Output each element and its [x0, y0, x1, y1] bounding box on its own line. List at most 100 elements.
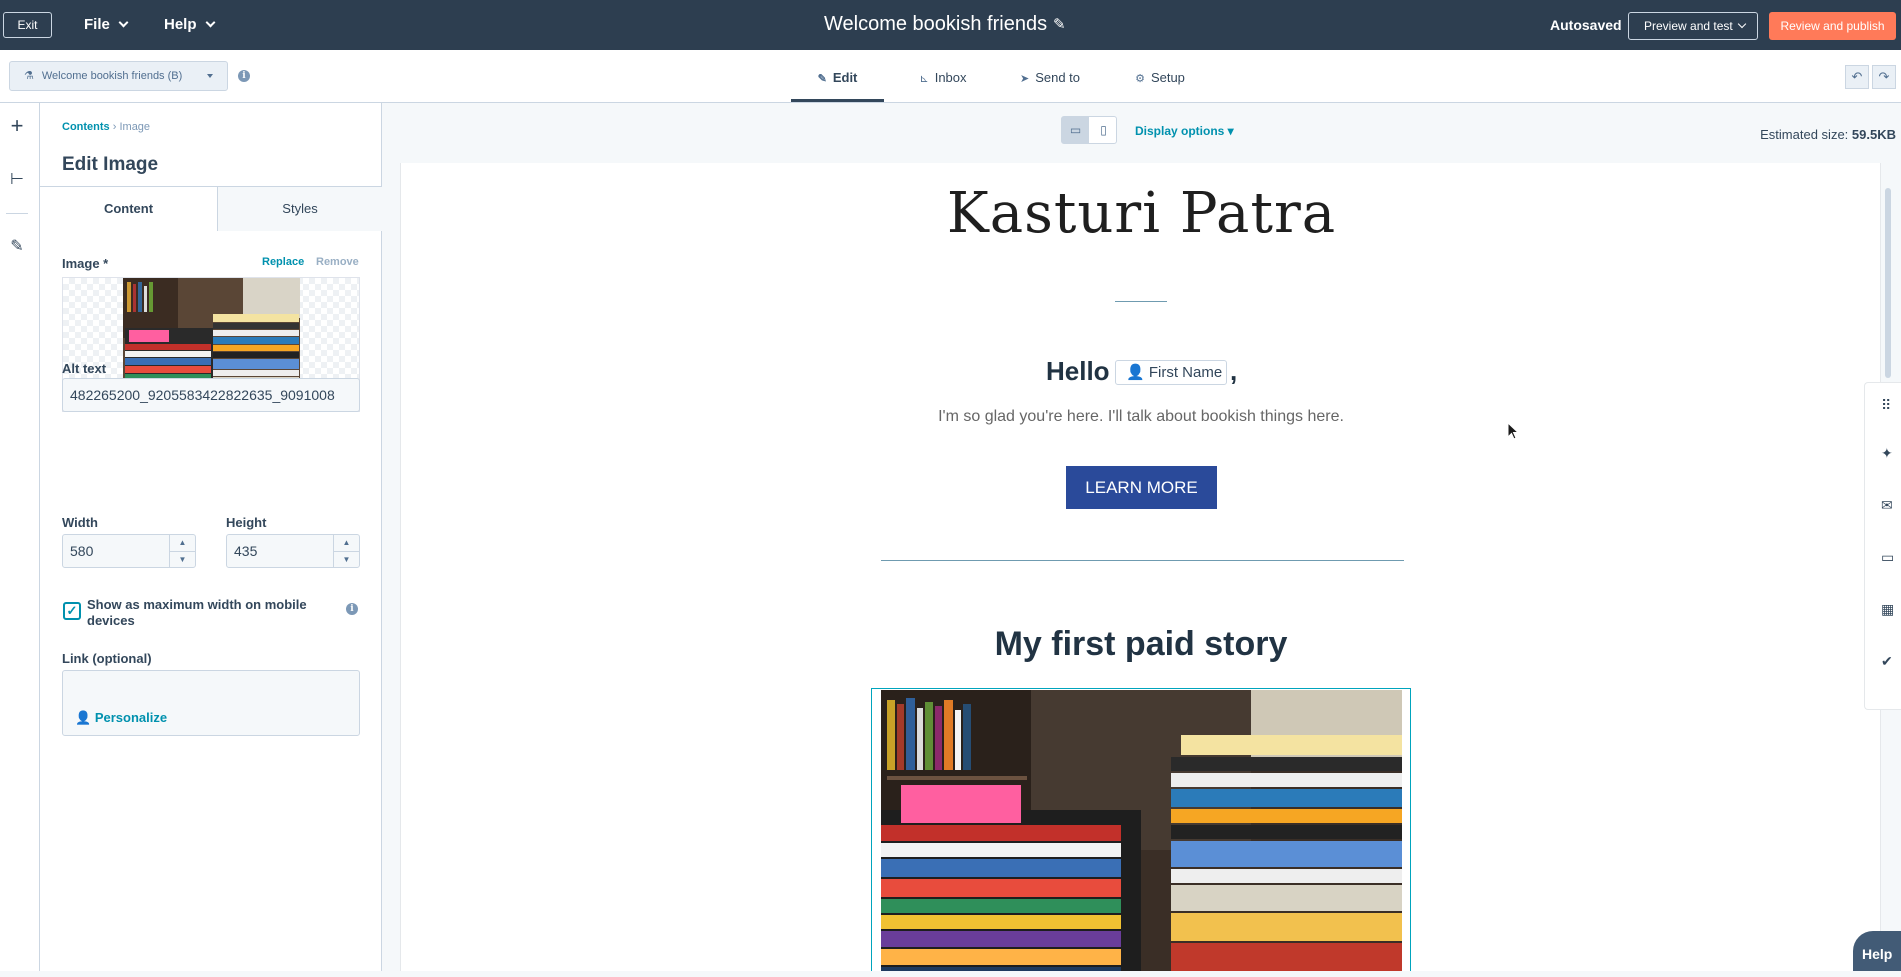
tab-inbox[interactable]: ⊾ Inbox — [903, 50, 983, 102]
rail-divider — [6, 213, 28, 214]
width-input[interactable]: 580 ▲ ▼ — [62, 534, 196, 568]
send-icon: ➤ — [1019, 73, 1030, 85]
chevron-up-icon[interactable]: ▲ — [170, 535, 195, 551]
mobile-max-width-label: Show as maximum width on mobile devices — [87, 597, 307, 628]
estimated-size: Estimated size: 59.5KB — [1760, 127, 1896, 142]
alt-text-input[interactable]: 482265200_9205583422822635_9091008 — [62, 378, 360, 412]
info-icon[interactable]: i — [346, 603, 358, 615]
pencil-icon: ✎ — [817, 73, 827, 85]
tab-setup[interactable]: ⚙ Setup — [1125, 50, 1195, 102]
personalization-token[interactable]: 👤 First Name — [1115, 360, 1227, 385]
pencil-icon[interactable]: ✎ — [1053, 15, 1066, 33]
sparkle-icon[interactable]: ✦ — [1881, 445, 1893, 462]
gear-icon: ⚙ — [1135, 73, 1145, 85]
alt-text-label: Alt text — [62, 361, 107, 376]
display-options-dropdown[interactable]: Display options ▾ — [1135, 124, 1234, 138]
undo-button[interactable]: ↶ — [1845, 65, 1869, 89]
document-title[interactable]: Welcome bookish friends — [824, 13, 1047, 36]
editor-toolbar: ⚗ Welcome bookish friends (B) i ✎ Edit ⊾ In… — [0, 50, 1901, 103]
tab-send-to[interactable]: ➤ Send to — [1010, 50, 1090, 102]
browser-icon[interactable]: ▭ — [1881, 549, 1894, 566]
info-icon[interactable]: i — [238, 70, 250, 82]
image-label: Image * — [62, 256, 109, 271]
file-menu-label: File — [84, 16, 110, 33]
width-stepper[interactable]: ▲ ▼ — [169, 535, 195, 567]
autosave-status: Autosaved — [1550, 17, 1622, 33]
exit-button[interactable]: Exit — [3, 12, 52, 38]
display-options-label: Display options — [1135, 124, 1225, 138]
breadcrumb: Contents › Image — [62, 121, 150, 133]
tree-icon[interactable]: ⊢ — [0, 169, 34, 189]
tab-inbox-label: Inbox — [934, 70, 967, 85]
canvas-toolbar: ▭ ▯ Display options ▾ Estimated size: 59… — [382, 103, 1901, 163]
chevron-up-icon[interactable]: ▲ — [334, 535, 359, 551]
help-menu-label: Help — [164, 16, 197, 33]
link-input[interactable]: 👤 Personalize — [62, 670, 360, 736]
tab-content[interactable]: Content — [40, 187, 217, 231]
device-toggle: ▭ ▯ — [1061, 116, 1117, 144]
version-label: Welcome bookish friends (B) — [41, 70, 183, 82]
breadcrumb-contents-link[interactable]: Contents — [62, 121, 110, 133]
height-stepper[interactable]: ▲ ▼ — [333, 535, 359, 567]
tab-edit[interactable]: ✎ Edit — [791, 50, 884, 102]
story-title[interactable]: My first paid story — [401, 625, 1880, 664]
left-rail: + ⊢ ✎ — [0, 103, 40, 971]
preview-label: Preview and test — [1644, 19, 1733, 33]
review-and-publish-button[interactable]: Review and publish — [1769, 12, 1896, 40]
inbox-icon: ⊾ — [919, 73, 929, 85]
mobile-max-width-checkbox[interactable]: ✓ — [63, 602, 81, 620]
redo-button[interactable]: ↷ — [1872, 65, 1896, 89]
token-label: First Name — [1148, 364, 1223, 381]
help-menu[interactable]: Help — [164, 16, 215, 33]
person-icon: 👤 — [1126, 364, 1149, 381]
desktop-icon[interactable]: ▭ — [1062, 117, 1089, 143]
intro-text[interactable]: I'm so glad you're here. I'll talk about… — [401, 408, 1880, 426]
tab-send-to-label: Send to — [1035, 70, 1081, 85]
estimated-size-label: Estimated size: — [1760, 127, 1849, 142]
file-menu[interactable]: File — [84, 16, 129, 33]
tab-styles[interactable]: Styles — [217, 187, 382, 231]
help-button[interactable]: Help — [1853, 931, 1901, 971]
email-canvas: Kasturi Patra Hello 👤 First Name , I'm s… — [400, 163, 1881, 971]
calendar-icon[interactable]: ▦ — [1881, 601, 1894, 618]
caret-down-icon: ▾ — [1224, 124, 1234, 138]
width-value: 580 — [70, 543, 94, 559]
panel-title: Edit Image — [62, 154, 159, 175]
divider — [1115, 301, 1167, 302]
tab-setup-label: Setup — [1150, 70, 1185, 85]
top-bar: Exit File Help Welcome bookish friends ✎… — [0, 0, 1901, 50]
chat-icon[interactable]: ✉ — [1881, 497, 1893, 514]
learn-more-button[interactable]: LEARN MORE — [1066, 466, 1217, 509]
chevron-down-icon — [118, 17, 129, 28]
mobile-icon[interactable]: ▯ — [1090, 117, 1117, 143]
brush-icon[interactable]: ✎ — [0, 236, 34, 256]
height-input[interactable]: 435 ▲ ▼ — [226, 534, 360, 568]
drag-handle-icon[interactable]: ⠿ — [1881, 397, 1891, 414]
personalize-button[interactable]: 👤 Personalize — [75, 710, 167, 726]
caret-down-icon — [207, 74, 213, 78]
scrollbar-thumb[interactable] — [1885, 188, 1891, 378]
preview-and-test-button[interactable]: Preview and test — [1628, 12, 1758, 40]
selected-image-module[interactable] — [871, 688, 1411, 971]
mouse-cursor-icon — [1507, 422, 1520, 440]
width-label: Width — [62, 515, 98, 530]
version-select[interactable]: ⚗ Welcome bookish friends (B) — [9, 61, 228, 91]
right-tools-rail: ⠿ ✦ ✉ ▭ ▦ ✔ — [1864, 382, 1901, 710]
estimated-size-value: 59.5KB — [1851, 127, 1896, 142]
add-icon[interactable]: + — [0, 113, 34, 139]
remove-link[interactable]: Remove — [316, 256, 359, 268]
chevron-down-icon[interactable]: ▼ — [334, 551, 359, 567]
chevron-down-icon[interactable]: ▼ — [170, 551, 195, 567]
book-stack-image[interactable] — [881, 690, 1402, 971]
brand-heading[interactable]: Kasturi Patra — [401, 181, 1880, 246]
greeting-comma: , — [1230, 356, 1238, 386]
link-label: Link (optional) — [62, 651, 152, 666]
breadcrumb-current: Image — [119, 121, 151, 133]
replace-link[interactable]: Replace — [262, 256, 304, 268]
greeting-text[interactable]: Hello — [1046, 356, 1110, 387]
check-circle-icon[interactable]: ✔ — [1881, 653, 1893, 670]
chevron-down-icon — [205, 17, 215, 28]
flask-icon: ⚗ — [24, 70, 34, 82]
chevron-down-icon — [1737, 19, 1746, 29]
height-label: Height — [226, 515, 267, 530]
